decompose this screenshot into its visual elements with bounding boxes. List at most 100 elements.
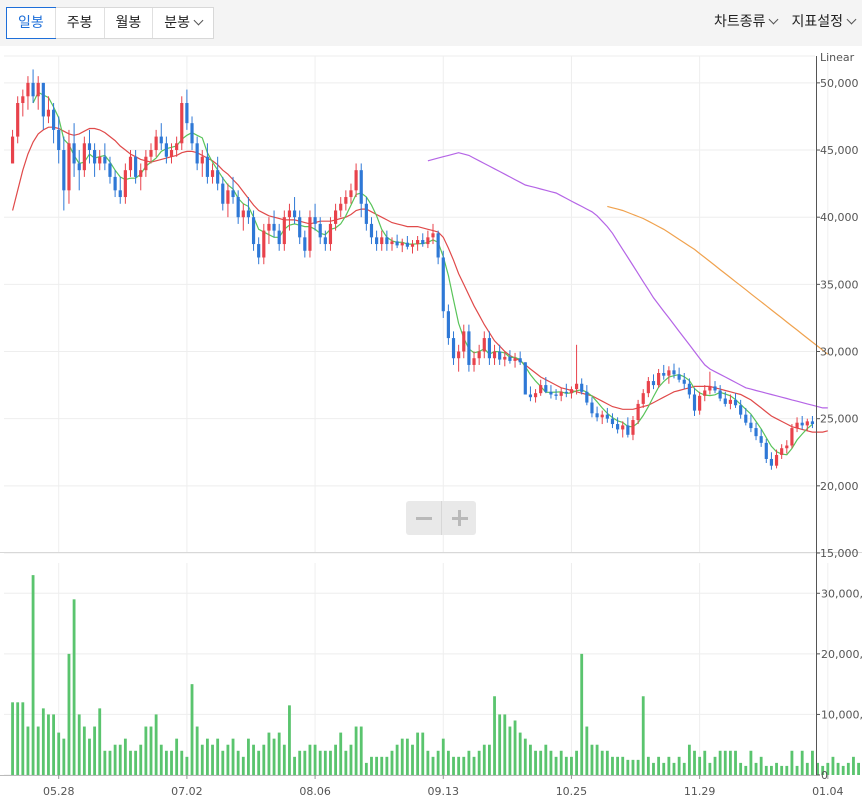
candle-body	[605, 414, 609, 419]
volume-tick-label: 20,000,000	[821, 648, 862, 661]
volume-bar	[26, 726, 30, 775]
volume-bar	[580, 653, 584, 775]
volume-bar	[795, 765, 799, 775]
candle-body	[390, 241, 394, 245]
candle-body	[651, 381, 656, 386]
candle-body	[569, 389, 574, 394]
candle-body	[554, 394, 558, 396]
volume-bar	[190, 684, 194, 775]
candle-body	[467, 331, 471, 365]
candle-body	[62, 150, 66, 191]
volume-bar	[113, 744, 117, 775]
candle-body	[267, 223, 271, 231]
tab-monthly[interactable]: 월봉	[103, 8, 153, 38]
volume-bar	[744, 765, 748, 775]
candle-body	[380, 237, 384, 245]
volume-bar	[831, 756, 835, 775]
candle-body	[754, 428, 758, 437]
candle-body	[26, 82, 30, 97]
chart-grid	[4, 55, 829, 776]
candle-body	[805, 421, 809, 426]
candle-body	[272, 223, 276, 231]
volume-bar	[313, 744, 317, 775]
volume-bar	[175, 738, 179, 775]
candle-body	[236, 197, 240, 218]
volume-bar	[836, 762, 840, 775]
candle-body	[590, 402, 594, 414]
candle-body	[533, 393, 538, 398]
candle-body	[780, 448, 784, 455]
volume-bar	[759, 756, 763, 775]
volume-bar	[657, 756, 661, 775]
zoom-in-button[interactable]	[440, 501, 477, 535]
volume-bar	[452, 756, 455, 775]
volume-bar	[272, 738, 276, 775]
tab-minute-label: 분봉	[164, 15, 191, 31]
volume-bar	[395, 744, 399, 775]
candle-body	[10, 136, 15, 164]
price-tick-label: 50,000	[820, 77, 859, 90]
tab-weekly[interactable]: 주봉	[54, 8, 104, 38]
volume-bar	[852, 756, 855, 775]
chart-toolbar: 일봉 주봉 월봉 분봉 차트종류 지표설정	[0, 0, 862, 46]
candle-body	[292, 210, 297, 218]
candle-body	[257, 244, 261, 258]
candle-body	[328, 223, 333, 245]
tab-minute[interactable]: 분봉	[152, 8, 213, 38]
volume-bar	[770, 765, 773, 775]
volume-bar	[503, 714, 507, 775]
volume-bar	[364, 762, 368, 775]
candle-body	[359, 170, 363, 204]
tab-daily[interactable]: 일봉	[6, 7, 56, 39]
volume-bar	[857, 762, 860, 775]
price-tick-label: 20,000	[820, 480, 859, 493]
volume-bar	[467, 750, 471, 775]
volume-bar	[293, 756, 296, 775]
indicator-settings-menu[interactable]: 지표설정	[784, 7, 862, 37]
candle-body	[185, 103, 189, 124]
volume-bar	[616, 756, 620, 775]
candle-body	[498, 351, 502, 360]
candle-body	[790, 428, 794, 446]
zoom-out-button[interactable]	[406, 501, 441, 535]
chart-type-menu[interactable]: 차트종류	[707, 7, 785, 37]
volume-bar	[380, 756, 384, 775]
volume-bar	[734, 750, 737, 775]
volume-bar	[498, 714, 502, 775]
candle-body	[395, 241, 399, 246]
volume-bar	[236, 750, 240, 775]
candle-body	[16, 103, 20, 137]
volume-bar	[129, 750, 132, 775]
volume-bar	[139, 744, 143, 775]
candle-body	[774, 454, 779, 466]
volume-bar	[154, 714, 158, 775]
candle-body	[523, 362, 527, 395]
candle-body	[559, 391, 563, 396]
candle-body	[662, 373, 666, 376]
volume-bar	[682, 762, 686, 775]
candle-body	[621, 425, 625, 430]
volume-bar	[390, 750, 394, 775]
volume-bar	[652, 762, 655, 775]
candle-body	[154, 136, 158, 151]
candle-body	[626, 425, 630, 435]
candle-body	[103, 156, 107, 164]
volume-bar	[739, 762, 743, 775]
candle-body	[200, 156, 204, 164]
candle-body	[457, 351, 461, 359]
volume-bar	[62, 738, 66, 775]
volume-bar	[180, 750, 184, 775]
price-tick-label: 25,000	[820, 413, 859, 426]
candle-body	[21, 96, 25, 104]
ma120-line	[607, 205, 829, 355]
stock-chart[interactable]: Linear 15,000 20,000 25,000 30,000 35,000 40,0…	[0, 46, 862, 800]
volume-bar	[462, 756, 466, 775]
candle-body	[585, 391, 589, 403]
volume-bar	[16, 702, 20, 775]
candle-body	[436, 233, 440, 258]
volume-bar	[118, 744, 122, 775]
candle-body	[164, 143, 168, 157]
candle-body	[698, 395, 702, 411]
candle-body	[441, 257, 445, 312]
volume-bar	[149, 726, 153, 775]
